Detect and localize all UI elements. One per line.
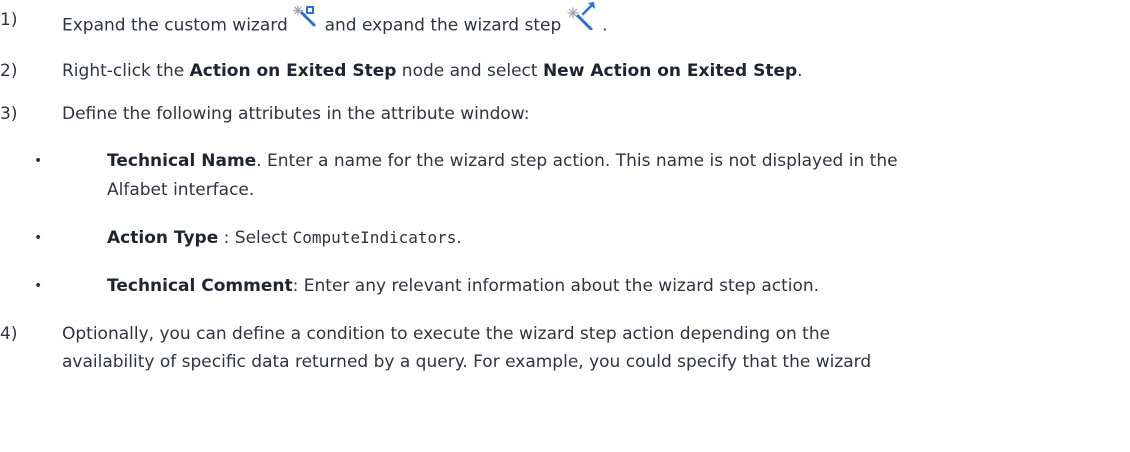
step-1-number: 1) — [0, 10, 18, 30]
step-2-number: 2) — [0, 61, 18, 81]
attribute-name: Technical Comment — [107, 276, 293, 296]
attribute-value: ComputeIndicators — [292, 228, 457, 247]
bullet-icon: • — [34, 278, 43, 294]
step-2-post: . — [797, 61, 803, 81]
attribute-description: Enter a name for the wizard step action.… — [261, 151, 898, 171]
attribute-description: Enter any relevant information about the… — [298, 276, 820, 296]
step-1-text-b: and expand the wizard step — [324, 15, 562, 36]
step-3-number: 3) — [0, 104, 18, 124]
step-1-text-c: . — [602, 15, 608, 36]
step-4-number: 4) — [0, 324, 18, 344]
bullet-icon: • — [34, 153, 43, 169]
attribute-name: Technical Name — [107, 151, 257, 171]
step-4-text-line2: availability of specific data returned b… — [62, 352, 872, 372]
wizard-step-icon — [567, 2, 597, 37]
step-2-mid: node and select — [396, 61, 543, 81]
step-1-text-a: Expand the custom wizard — [62, 15, 288, 36]
step-4-text-line1: Optionally, you can define a condition t… — [62, 324, 831, 344]
new-action-command: New Action on Exited Step — [542, 61, 798, 81]
custom-wizard-icon — [293, 4, 319, 35]
action-on-exited-step-node: Action on Exited Step — [189, 61, 397, 81]
bullet-icon: • — [34, 230, 43, 246]
attribute-name: Action Type — [107, 228, 219, 248]
step-2-pre: Right-click the — [62, 61, 190, 81]
attribute-description-cont: Alfabet interface. — [107, 180, 255, 200]
step-3-text: Define the following attributes in the a… — [62, 104, 530, 124]
